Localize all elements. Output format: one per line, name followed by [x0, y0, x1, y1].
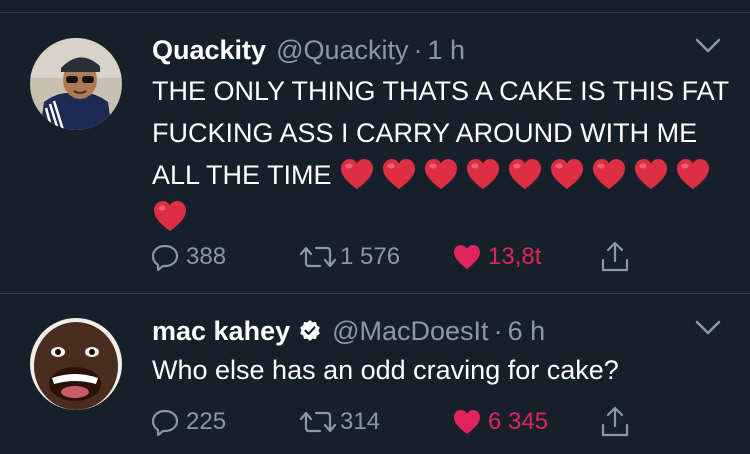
like-heart-icon	[454, 245, 480, 269]
reply-count: 388	[186, 243, 227, 270]
red-heart-emoji	[154, 201, 186, 231]
red-heart-emoji	[593, 159, 626, 189]
retweet-button[interactable]: 314	[298, 402, 380, 442]
retweet-count: 1 576	[340, 243, 401, 270]
reply-icon	[151, 409, 179, 437]
reply-button[interactable]: 225	[150, 402, 226, 442]
timestamp[interactable]: 1 h	[428, 32, 466, 68]
tweet-actions: 225 314 6 345	[150, 402, 650, 442]
display-name[interactable]: mac kahey	[152, 313, 290, 349]
timestamp[interactable]: 6 h	[508, 313, 546, 349]
tweet-header: mac kahey @MacDoesIt · 6 h	[152, 313, 545, 349]
tweet-mac-kahey[interactable]: mac kahey @MacDoesIt · 6 h Who else has …	[0, 294, 750, 454]
reply-icon	[151, 244, 179, 272]
caret-down-icon[interactable]	[694, 319, 722, 337]
separator-dot: ·	[413, 35, 423, 65]
verified-badge-icon	[298, 316, 322, 341]
red-heart-emoji	[425, 159, 458, 189]
retweet-count: 314	[340, 408, 381, 435]
share-icon	[601, 241, 629, 272]
like-count: 13,8t	[488, 243, 542, 270]
tweet-header: Quackity @Quackity · 1 h	[152, 32, 465, 68]
share-button[interactable]	[600, 237, 630, 277]
separator-dot: ·	[493, 316, 503, 346]
like-heart-icon	[454, 410, 480, 434]
red-heart-emoji	[677, 159, 710, 189]
tweet-text: Who else has an odd craving for cake?	[152, 349, 732, 391]
red-heart-emoji	[551, 159, 584, 189]
retweet-icon	[299, 246, 337, 268]
share-button[interactable]	[600, 402, 630, 442]
retweet-button[interactable]: 1 576	[298, 237, 400, 277]
tweet-quackity[interactable]: Quackity @Quackity · 1 h THE ONLY THING …	[0, 13, 750, 294]
user-handle[interactable]: @MacDoesIt	[332, 313, 488, 349]
avatar[interactable]	[30, 318, 122, 410]
red-heart-emoji	[635, 159, 668, 189]
tweet-text-content: Who else has an odd craving for cake?	[152, 355, 619, 385]
like-button[interactable]: 6 345	[452, 402, 548, 442]
tweet-text: THE ONLY THING THATS A CAKE IS THIS FAT …	[152, 70, 732, 238]
red-heart-emoji	[383, 159, 416, 189]
retweet-icon	[299, 411, 337, 433]
avatar[interactable]	[30, 38, 122, 130]
user-handle[interactable]: @Quackity	[276, 32, 408, 68]
red-heart-emoji	[509, 159, 542, 189]
caret-down-icon[interactable]	[694, 37, 722, 55]
like-button[interactable]: 13,8t	[452, 237, 541, 277]
red-heart-emoji	[341, 159, 374, 189]
tweet-actions: 388 1 576 13,8t	[150, 237, 650, 277]
reply-button[interactable]: 388	[150, 237, 226, 277]
top-divider	[0, 0, 750, 13]
share-icon	[601, 406, 629, 437]
display-name[interactable]: Quackity	[152, 32, 266, 68]
red-heart-emoji	[467, 159, 500, 189]
like-count: 6 345	[488, 408, 549, 435]
reply-count: 225	[186, 408, 227, 435]
